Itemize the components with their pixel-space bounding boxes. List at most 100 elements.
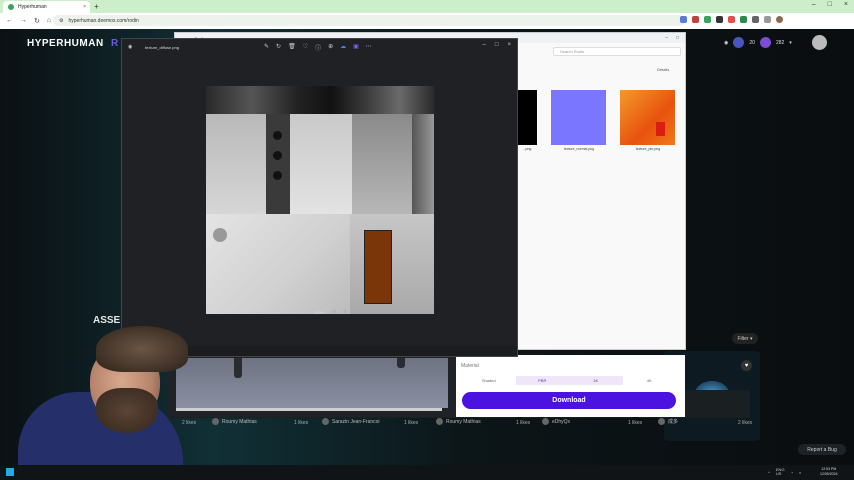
windows-start-icon[interactable] bbox=[6, 468, 14, 476]
texture-hole bbox=[273, 151, 282, 160]
texture-size-4k[interactable]: 4K bbox=[623, 376, 677, 385]
author-link[interactable]: 成多 bbox=[658, 418, 678, 425]
site-logo[interactable]: HYPERHUMAN bbox=[27, 38, 104, 49]
file-thumbnail-pbr[interactable] bbox=[620, 90, 675, 145]
likes-count: 2 likes bbox=[182, 420, 197, 426]
maximize-button[interactable]: □ bbox=[495, 42, 499, 48]
download-button[interactable]: Download bbox=[462, 392, 676, 409]
likes-count: 1 likes bbox=[294, 420, 309, 426]
texture-region bbox=[352, 114, 412, 214]
address-bar[interactable]: ⚙ hyperhuman.deemos.com/rodin bbox=[53, 15, 685, 26]
zoom-in-icon[interactable]: ⊕ bbox=[343, 309, 347, 315]
texture-region bbox=[206, 214, 350, 314]
likes-count: 1 likes bbox=[516, 420, 531, 426]
viewer-window-controls: – □ × bbox=[483, 42, 511, 48]
maximize-button[interactable]: □ bbox=[828, 1, 832, 8]
home-button[interactable]: ⌂ bbox=[47, 17, 51, 25]
minimize-button[interactable]: – bbox=[665, 35, 668, 41]
site-info-icon[interactable]: ⚙ bbox=[59, 18, 63, 24]
extensions-puzzle-icon[interactable] bbox=[752, 16, 759, 23]
close-button[interactable]: × bbox=[507, 42, 511, 48]
chevron-down-icon[interactable]: ▾ bbox=[789, 40, 792, 46]
filter-button[interactable]: Filter ▾ bbox=[732, 333, 758, 344]
extension-icon[interactable] bbox=[680, 16, 687, 23]
extension-icon[interactable] bbox=[716, 16, 723, 23]
url-text: hyperhuman.deemos.com/rodin bbox=[68, 17, 139, 24]
avatar bbox=[542, 418, 549, 425]
discord-icon[interactable]: ◉ bbox=[724, 40, 728, 46]
back-button[interactable]: ← bbox=[6, 17, 13, 25]
cloud-icon[interactable]: ☁ bbox=[340, 43, 346, 52]
report-bug-button[interactable]: Report a Bug bbox=[798, 444, 846, 455]
zoom-out-icon[interactable]: ⊖ bbox=[332, 309, 336, 315]
material-tab-shaded[interactable]: Shaded bbox=[462, 376, 516, 385]
community-avatar[interactable] bbox=[733, 37, 745, 48]
like-icon[interactable]: ♥ bbox=[741, 360, 752, 371]
chevron-up-icon[interactable]: ^ bbox=[768, 470, 770, 475]
forward-button[interactable]: → bbox=[20, 17, 27, 25]
author-link[interactable]: Sarazin Jean-Francoi bbox=[322, 418, 380, 425]
close-button[interactable]: × bbox=[844, 1, 848, 8]
discord-count: 20 bbox=[749, 39, 755, 46]
windows-taskbar: ^ ENG US ◔ ◗ 12:53 PM 12/05/2024 bbox=[0, 465, 854, 480]
credits-avatar[interactable] bbox=[759, 37, 771, 48]
heart-icon[interactable]: ♡ bbox=[303, 43, 308, 52]
asset-author-row: 2 likes Roumy Mathias 1 likes Sarazin Je… bbox=[176, 417, 776, 429]
author-name: Roumy Mathias bbox=[222, 418, 257, 425]
more-icon[interactable]: ⋯ bbox=[366, 43, 372, 52]
texture-diffuse-image bbox=[206, 86, 434, 314]
app-icon[interactable]: ▣ bbox=[353, 43, 359, 52]
user-avatar[interactable] bbox=[812, 35, 827, 50]
new-tab-button[interactable]: + bbox=[94, 2, 99, 11]
minimize-button[interactable]: – bbox=[483, 42, 486, 48]
extension-icon[interactable] bbox=[704, 16, 711, 23]
profile-avatar-icon[interactable] bbox=[776, 16, 783, 23]
wifi-icon[interactable]: ◔ bbox=[791, 470, 793, 475]
maximize-button[interactable]: □ bbox=[676, 35, 679, 41]
fullscreen-icon[interactable]: ⤢ bbox=[378, 309, 382, 315]
zoom-level[interactable]: 100% bbox=[314, 310, 324, 315]
extension-icon[interactable] bbox=[728, 16, 735, 23]
delete-icon[interactable]: 🗑 bbox=[288, 43, 296, 52]
fit-icon[interactable]: ▭ bbox=[354, 309, 359, 315]
filmstrip-icon[interactable]: ▤ bbox=[366, 309, 371, 315]
author-link[interactable]: Roumy Mathias bbox=[436, 418, 481, 425]
details-button[interactable]: Details bbox=[657, 67, 669, 72]
info-icon[interactable]: ⓘ bbox=[315, 43, 321, 52]
volume-icon[interactable]: ◗ bbox=[799, 470, 801, 475]
material-tabs: Shaded PBR 1K 4K bbox=[462, 376, 676, 385]
app-icon: ◉ bbox=[128, 44, 133, 50]
author-link[interactable]: Roumy Mathias bbox=[212, 418, 257, 425]
explorer-search-input[interactable]: Search Rodin bbox=[553, 47, 681, 56]
chevron-down-icon: ▾ bbox=[750, 335, 753, 342]
reload-button[interactable]: ↻ bbox=[34, 17, 40, 25]
presenter-hair bbox=[96, 326, 188, 372]
share-icon[interactable]: ⊕ bbox=[328, 43, 333, 52]
browser-nav: ← → ↻ ⌂ bbox=[6, 17, 51, 25]
viewer-toolbar: ✎ ↻ 🗑 ♡ ⓘ ⊕ ☁ ▣ ⋯ bbox=[264, 43, 372, 52]
file-thumbnail-normal[interactable] bbox=[551, 90, 606, 145]
browser-tab[interactable]: Hyperhuman × bbox=[3, 1, 90, 13]
input-language[interactable]: ENG US bbox=[776, 468, 785, 476]
sidebar-icon[interactable] bbox=[764, 16, 771, 23]
model-3d-view[interactable] bbox=[176, 358, 448, 408]
edit-icon[interactable]: ✎ bbox=[264, 43, 269, 52]
tab-close-icon[interactable]: × bbox=[83, 4, 86, 10]
likes-count: 2 likes bbox=[738, 420, 753, 426]
author-name: eDhyQx bbox=[552, 418, 571, 425]
presenter-beard bbox=[96, 388, 158, 433]
file-thumbnail-metallic[interactable] bbox=[517, 90, 537, 145]
horizontal-scrollbar[interactable] bbox=[176, 408, 442, 411]
material-tab-pbr[interactable]: PBR bbox=[515, 376, 569, 385]
extension-icon[interactable] bbox=[692, 16, 699, 23]
taskbar-clock[interactable]: 12:53 PM 12/05/2024 bbox=[820, 467, 838, 477]
texture-region bbox=[412, 114, 434, 214]
minimize-button[interactable]: – bbox=[812, 1, 816, 8]
filter-label: Filter bbox=[737, 335, 749, 342]
rotate-icon[interactable]: ↻ bbox=[276, 43, 281, 52]
texture-size-1k[interactable]: 1K bbox=[569, 376, 623, 385]
system-tray: ^ ENG US ◔ ◗ bbox=[768, 468, 801, 476]
extension-icon[interactable] bbox=[740, 16, 747, 23]
author-name: 成多 bbox=[668, 419, 679, 425]
author-link[interactable]: eDhyQx bbox=[542, 418, 570, 425]
